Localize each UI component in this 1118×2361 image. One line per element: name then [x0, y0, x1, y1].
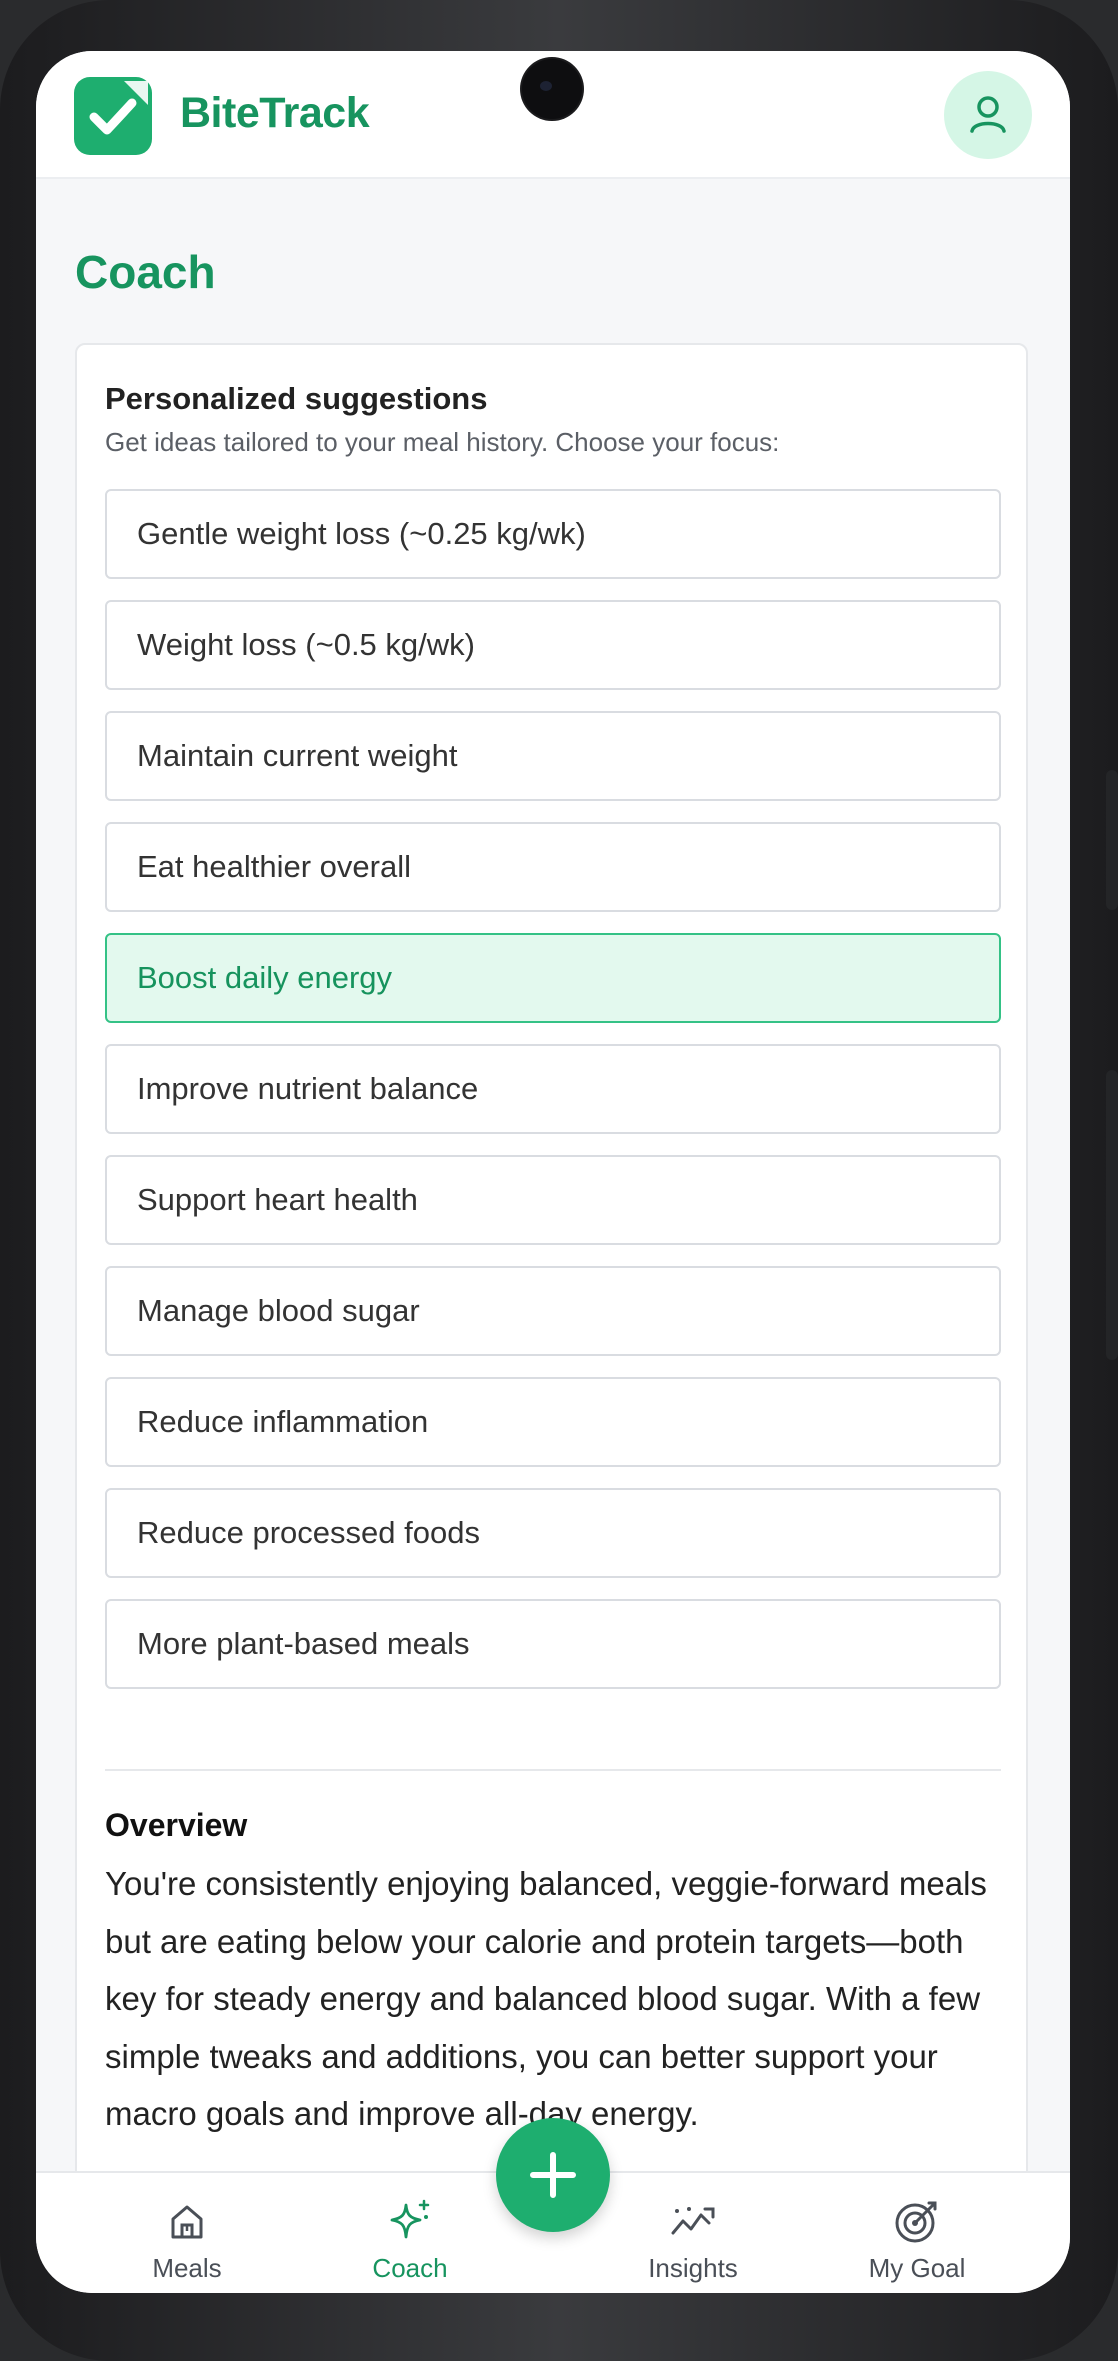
- goal-option-plant-based[interactable]: More plant-based meals: [105, 1599, 1001, 1689]
- home-icon: [171, 2205, 203, 2239]
- goal-option-boost-energy[interactable]: Boost daily energy: [105, 933, 1001, 1023]
- goal-options-list: Gentle weight loss (~0.25 kg/wk) Weight …: [105, 489, 1001, 1710]
- divider: [105, 1769, 1001, 1771]
- goal-option-reduce-processed[interactable]: Reduce processed foods: [105, 1488, 1001, 1578]
- goal-option-blood-sugar[interactable]: Manage blood sugar: [105, 1266, 1001, 1356]
- overview-text: You're consistently enjoying balanced, v…: [105, 1865, 987, 2133]
- nav-label-coach: Coach: [372, 2253, 448, 2283]
- logo-check-icon: [74, 77, 152, 155]
- volume-button: [1106, 770, 1118, 910]
- brand-name: BiteTrack: [180, 89, 370, 137]
- nav-item-insights[interactable]: Insights: [618, 2173, 768, 2293]
- goal-option-gentle-weight-loss[interactable]: Gentle weight loss (~0.25 kg/wk): [105, 489, 1001, 579]
- nav-item-my-goal[interactable]: My Goal: [842, 2173, 992, 2293]
- sparkles-icon: [390, 2199, 430, 2239]
- nav-item-meals[interactable]: Meals: [112, 2173, 262, 2293]
- trend-chart-icon: [671, 2207, 715, 2235]
- suggestions-title: Personalized suggestions: [105, 381, 488, 416]
- nav-item-coach[interactable]: Coach: [335, 2173, 485, 2293]
- goal-option-reduce-inflammation[interactable]: Reduce inflammation: [105, 1377, 1001, 1467]
- nav-label-my-goal: My Goal: [868, 2253, 966, 2283]
- nav-label-insights: Insights: [648, 2253, 738, 2283]
- overview-title: Overview: [105, 1807, 248, 1843]
- goal-option-heart-health[interactable]: Support heart health: [105, 1155, 1001, 1245]
- front-camera: [522, 59, 582, 119]
- suggestions-card: Personalized suggestions Get ideas tailo…: [75, 343, 1028, 2243]
- page-title: Coach: [75, 246, 216, 298]
- goal-option-weight-loss[interactable]: Weight loss (~0.5 kg/wk): [105, 600, 1001, 690]
- goal-option-nutrient-balance[interactable]: Improve nutrient balance: [105, 1044, 1001, 1134]
- power-button: [1106, 1070, 1118, 1360]
- plus-icon: [530, 2152, 576, 2198]
- user-icon: [970, 96, 1006, 133]
- goal-option-eat-healthier[interactable]: Eat healthier overall: [105, 822, 1001, 912]
- suggestions-subtitle: Get ideas tailored to your meal history.…: [105, 427, 780, 457]
- profile-avatar-button[interactable]: [944, 71, 1032, 159]
- target-icon: [895, 2201, 937, 2243]
- add-meal-button[interactable]: [496, 2118, 610, 2232]
- screen: BiteTrack Coach Personalized suggestions…: [36, 51, 1070, 2293]
- goal-option-maintain-weight[interactable]: Maintain current weight: [105, 711, 1001, 801]
- nav-label-meals: Meals: [152, 2253, 222, 2283]
